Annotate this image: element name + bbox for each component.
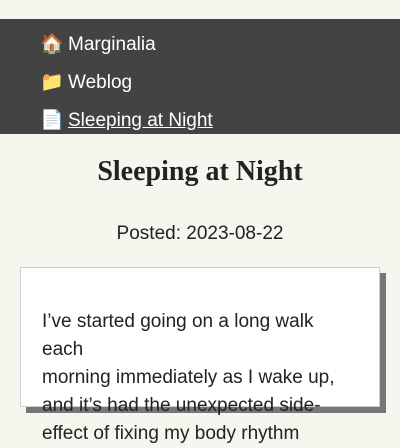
nav-item-label[interactable]: Marginalia [68, 35, 156, 54]
nav-item-marginalia[interactable]: 🏠 Marginalia [0, 25, 400, 63]
post-body-line: and it’s had the unexpected side- [42, 395, 321, 416]
nav-item-sleeping-at-night[interactable]: 📄 Sleeping at Night [0, 101, 400, 139]
page-icon: 📄 [40, 109, 64, 131]
post-body-line: morning immediately as I wake up, [42, 367, 335, 388]
post-date: Posted: 2023-08-22 [116, 223, 284, 244]
breadcrumb-nav: 🏠 Marginalia 📁 Weblog 📄 Sleeping at Nigh… [0, 19, 400, 134]
page-title: Sleeping at Night [97, 156, 303, 187]
post-body-card: I’ve started going on a long walk each m… [20, 267, 380, 444]
house-icon: 🏠 [40, 33, 64, 55]
top-strip [0, 0, 400, 19]
nav-item-label[interactable]: Sleeping at Night [68, 111, 213, 130]
nav-item-weblog[interactable]: 📁 Weblog [0, 63, 400, 101]
post-body-line: I’ve started going on a long walk each [42, 311, 314, 360]
folder-icon: 📁 [40, 71, 64, 93]
post-body-line: effect of fixing my body rhythm [42, 423, 300, 444]
nav-item-label[interactable]: Weblog [68, 73, 132, 92]
